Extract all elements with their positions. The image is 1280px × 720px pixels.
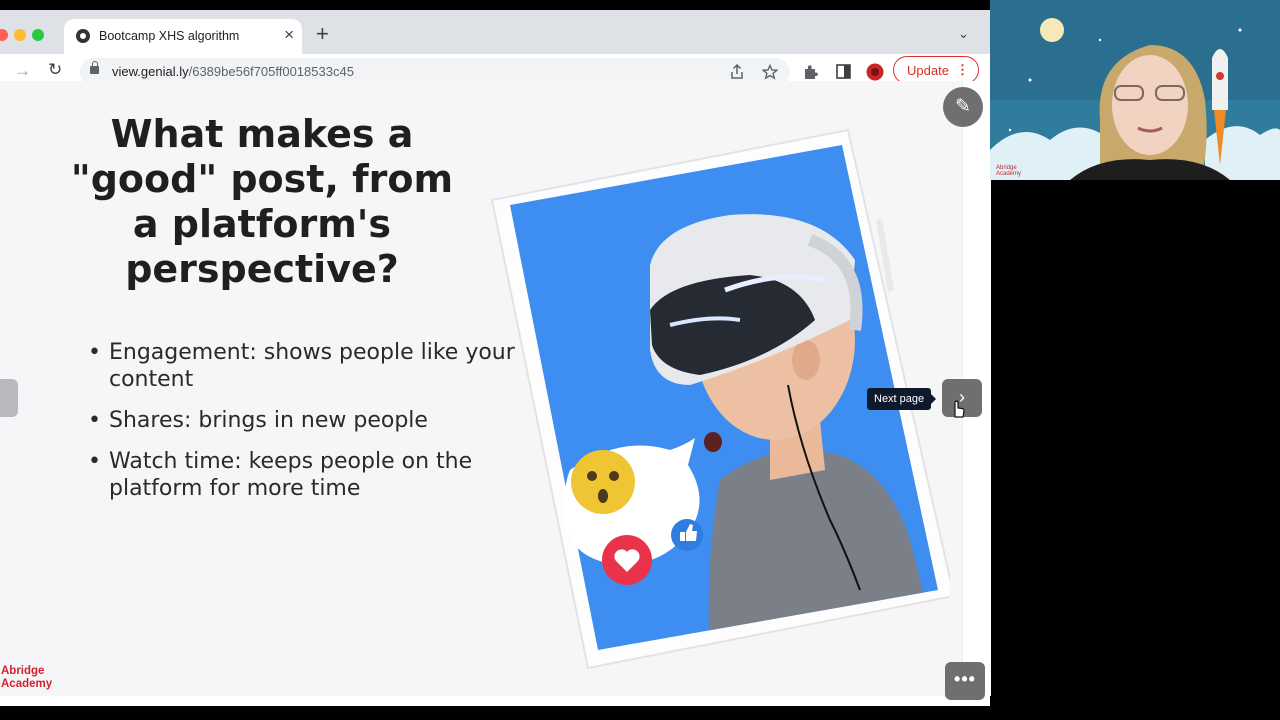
close-tab-icon[interactable]: ×	[284, 25, 294, 45]
boy-ear	[792, 340, 820, 380]
bullet-engagement: Engagement: shows people like your conte…	[88, 339, 528, 393]
presenter-face	[1112, 55, 1188, 155]
update-button[interactable]: Update ⋮	[893, 56, 979, 84]
forward-button[interactable]: →	[14, 61, 31, 81]
url-domain: view.genial.ly	[112, 64, 189, 79]
bullet-list: Engagement: shows people like your conte…	[88, 339, 528, 516]
zoom-window-button[interactable]	[32, 29, 44, 41]
like-thumb-base	[680, 532, 685, 541]
share-icon[interactable]	[730, 64, 744, 80]
tab-search-chevron-icon[interactable]: ⌄	[958, 26, 969, 42]
wow-eye-left	[587, 471, 597, 481]
browser-menu-icon: ⋮	[956, 62, 969, 77]
boy-mouth	[704, 432, 722, 452]
bullet-shares: Shares: brings in new people	[88, 407, 528, 434]
webcam-video	[990, 0, 1280, 180]
wow-eye-right	[609, 471, 619, 481]
slide-title: What makes a "good" post, from a platfor…	[70, 112, 454, 291]
previous-page-button[interactable]	[0, 379, 18, 417]
wow-emoji-icon	[571, 450, 635, 514]
tab-bootcamp[interactable]: Bootcamp XHS algorithm ×	[64, 19, 302, 54]
more-options-icon[interactable]: •••	[945, 662, 985, 700]
tab-title: Bootcamp XHS algorithm	[99, 29, 240, 43]
next-page-tooltip: Next page	[867, 388, 937, 410]
reload-button[interactable]: ↻	[48, 60, 62, 80]
hand-cursor-icon	[954, 400, 965, 418]
lock-icon	[90, 61, 99, 74]
url-path: /6389be56f705ff0018533c45	[188, 64, 354, 79]
genially-favicon-icon	[76, 29, 90, 43]
bookmark-star-icon[interactable]	[762, 64, 778, 80]
profile-avatar-icon[interactable]	[866, 63, 884, 81]
wow-mouth	[598, 489, 608, 503]
edit-pencil-icon[interactable]: ✎	[943, 87, 983, 127]
moon-icon	[1040, 18, 1064, 42]
url-text: view.genial.ly/6389be56f705ff0018533c45	[112, 64, 354, 79]
tab-strip: Bootcamp XHS algorithm × + ⌄	[0, 10, 990, 54]
side-panel-icon[interactable]	[836, 64, 851, 79]
close-window-button[interactable]	[0, 29, 8, 41]
minimize-window-button[interactable]	[14, 29, 26, 41]
bullet-watch-time: Watch time: keeps people on the platform…	[88, 448, 528, 502]
new-tab-button[interactable]: +	[316, 23, 329, 45]
abridge-academy-logo: Abridge Academy	[1, 665, 53, 690]
webcam-brand-logo: Abridge Academy	[996, 165, 1022, 177]
update-label: Update	[907, 63, 949, 78]
extensions-puzzle-icon[interactable]	[803, 64, 819, 80]
